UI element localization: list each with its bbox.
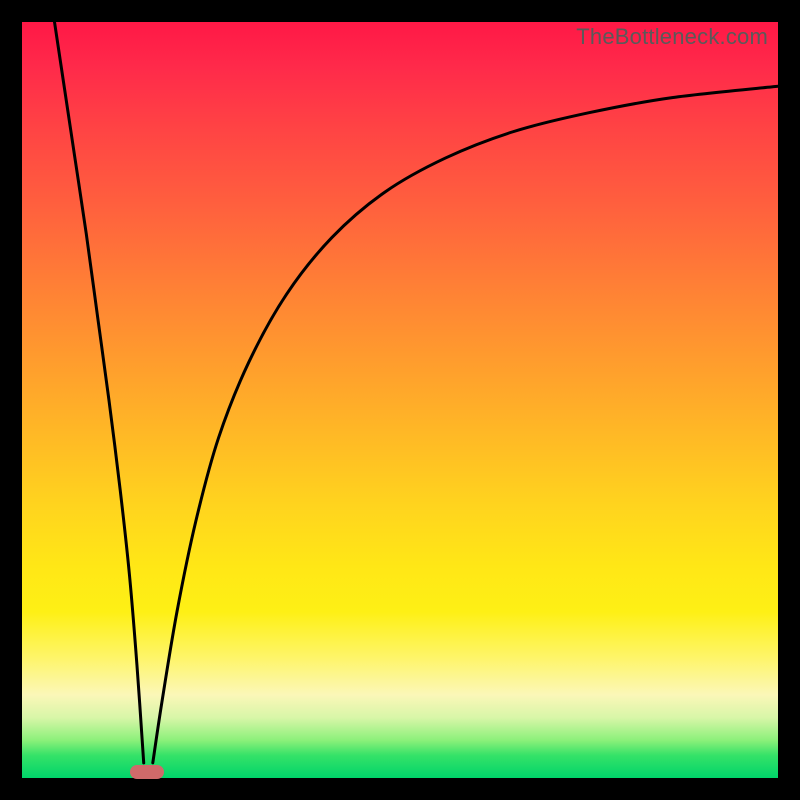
optimal-marker xyxy=(130,765,164,779)
bottleneck-curve xyxy=(22,22,778,778)
curve-left-branch xyxy=(55,22,144,763)
curve-right-branch xyxy=(153,86,778,763)
chart-frame: TheBottleneck.com xyxy=(0,0,800,800)
plot-area: TheBottleneck.com xyxy=(22,22,778,778)
